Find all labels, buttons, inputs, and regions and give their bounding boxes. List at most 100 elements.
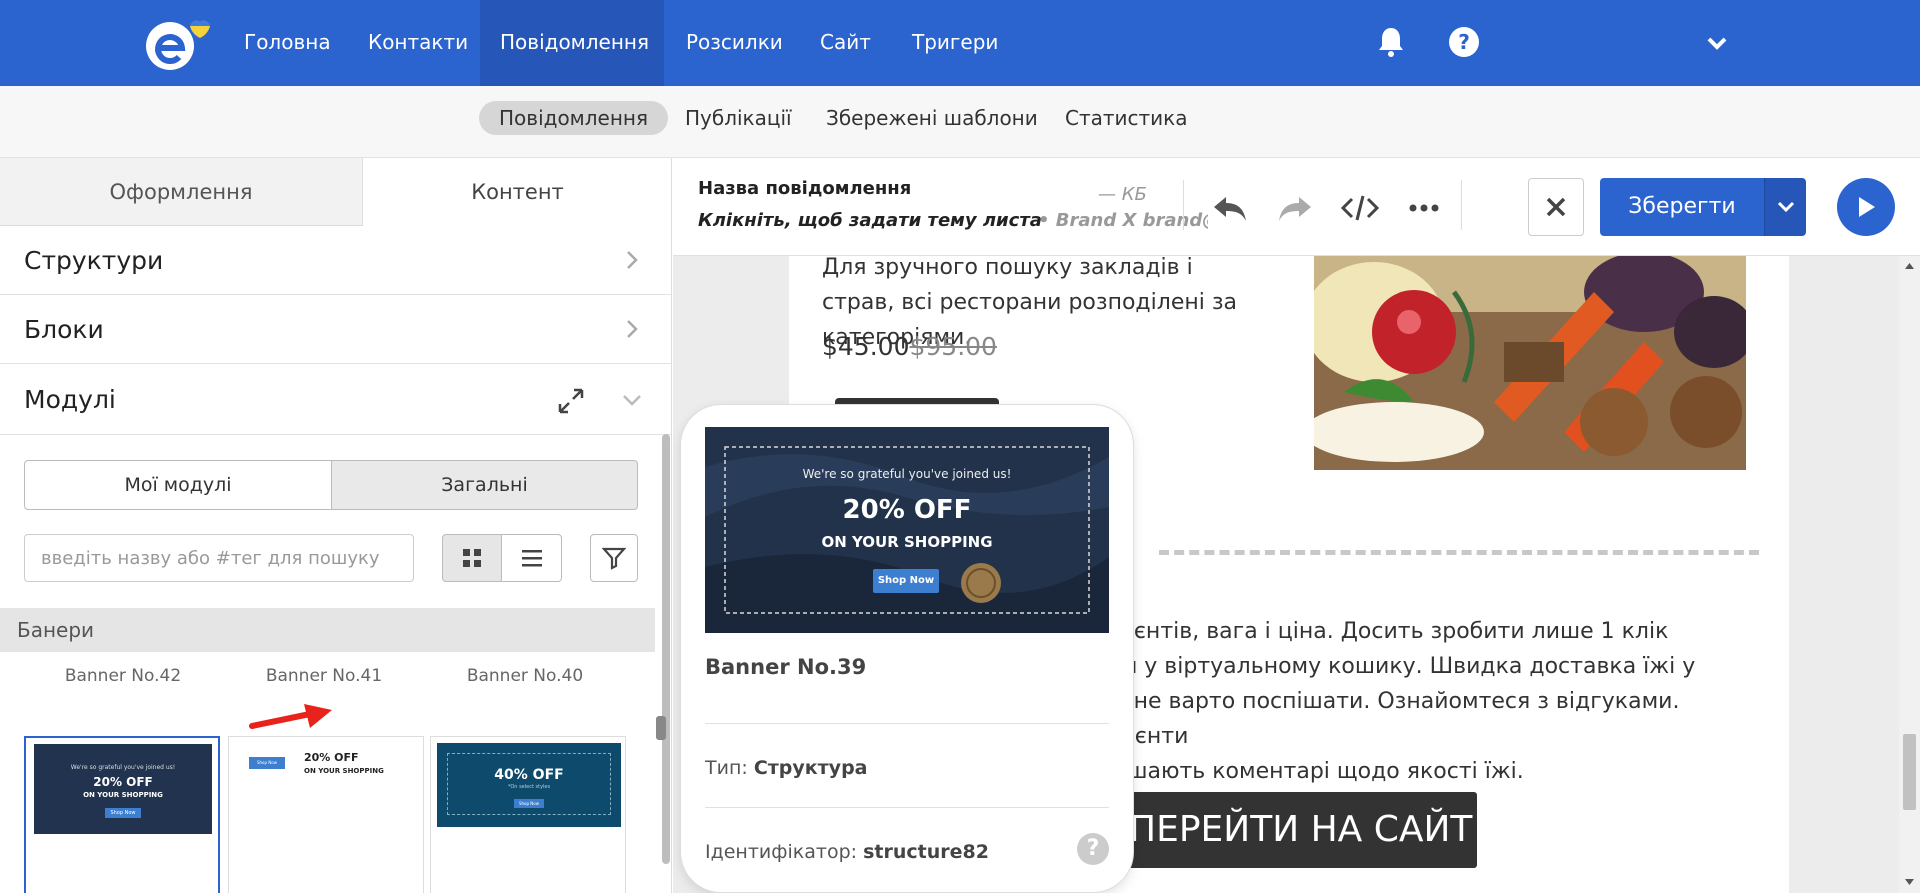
chevron-down-icon[interactable] — [1702, 28, 1732, 58]
sub-nav: Повідомлення Публікації Збережені шаблон… — [0, 86, 1920, 158]
thumb-text: 20% OFF — [93, 775, 153, 789]
grid-view-button[interactable] — [442, 534, 502, 582]
banner-name: Banner No.40 — [466, 666, 584, 686]
shared-modules-toggle[interactable]: Загальні — [332, 460, 638, 510]
go-to-site-button[interactable]: ПЕРЕЙТИ НА САЙТ — [1109, 792, 1477, 868]
banner-thumb-41[interactable]: Shop Now 20% OFF ON YOUR SHOPPING — [228, 736, 424, 893]
food-image[interactable] — [1314, 256, 1746, 470]
more-button[interactable] — [1402, 188, 1446, 228]
thumb-text: ON YOUR SHOPPING — [304, 767, 384, 775]
subtab-statistics[interactable]: Статистика — [1045, 101, 1208, 135]
svg-text:?: ? — [1458, 30, 1470, 54]
message-name[interactable]: Назва повідомлення — [698, 178, 911, 199]
thumb-text: ON YOUR SHOPPING — [83, 791, 163, 799]
preview-play-button[interactable] — [1837, 178, 1895, 236]
chevron-right-icon — [627, 320, 638, 338]
bell-icon[interactable] — [1373, 24, 1409, 60]
module-preview-card: We're so grateful you've joined us! 20% … — [681, 405, 1133, 892]
banner-shop-button: Shop Now — [873, 569, 939, 593]
nav-site[interactable]: Сайт — [800, 0, 891, 86]
desc-line: ле не варто поспішати. Ознайомтеся з від… — [1099, 689, 1680, 749]
thumb-text: We're so grateful you've joined us! — [70, 764, 176, 771]
filter-button[interactable] — [590, 534, 638, 582]
price-new: $45.00 — [822, 332, 910, 361]
undo-icon — [1214, 197, 1246, 221]
subtab-saved-templates[interactable]: Збережені шаблони — [806, 101, 1058, 135]
subject-field[interactable]: Клікніть, щоб задати тему листа — [698, 210, 1042, 231]
close-icon — [1546, 197, 1566, 217]
id-value: structure82 — [863, 841, 989, 863]
subtab-messages[interactable]: Повідомлення — [479, 101, 669, 135]
list-view-button[interactable] — [502, 534, 562, 582]
red-arrow-annotation — [249, 704, 332, 729]
nav-contacts[interactable]: Контакти — [348, 0, 488, 86]
restaurant-description[interactable]: едієнтів, вага і ціна. Досить зробити ли… — [1099, 614, 1759, 789]
type-label: Тип: — [705, 757, 748, 779]
scroll-up-icon[interactable] — [1904, 262, 1915, 270]
subtab-publications[interactable]: Публікації — [665, 101, 812, 135]
divider — [1159, 550, 1759, 555]
undo-button[interactable] — [1208, 188, 1252, 228]
tab-design[interactable]: Оформлення — [0, 158, 363, 226]
editor-header: Назва повідомлення Клікніть, щоб задати … — [673, 158, 1920, 256]
module-search-input[interactable] — [24, 534, 414, 582]
canvas-scrollbar[interactable] — [1899, 256, 1920, 893]
banner-thumb-40[interactable]: 40% OFF *On select styles Shop Now — [430, 736, 626, 893]
section-label: Структури — [24, 246, 164, 275]
list-icon — [521, 550, 542, 567]
expand-icon[interactable] — [556, 386, 586, 416]
nav-triggers[interactable]: Тригери — [892, 0, 1018, 86]
save-dropdown-button[interactable] — [1764, 178, 1806, 236]
product-price[interactable]: $45.00$95.00 — [822, 332, 997, 361]
thumb-shop-button: Shop Now — [249, 757, 285, 769]
tab-content[interactable]: Контент — [363, 158, 671, 226]
play-icon — [1859, 197, 1875, 217]
help-icon[interactable]: ? — [1077, 833, 1109, 865]
sender-initials[interactable]: — КБ — [1098, 184, 1147, 205]
canvas-scroll-thumb[interactable] — [1903, 734, 1916, 810]
chevron-down-icon[interactable] — [622, 390, 642, 410]
id-label: Ідентифікатор: — [705, 841, 858, 863]
top-nav: Головна Контакти Повідомлення Розсилки С… — [0, 0, 1920, 86]
esputnik-logo[interactable] — [140, 14, 220, 74]
banner-title: Banner No.39 — [705, 655, 867, 679]
banner-text: We're so grateful you've joined us! — [802, 467, 1012, 481]
nav-messages[interactable]: Повідомлення — [480, 0, 664, 86]
desc-line: ься у віртуальному кошику. Швидка достав… — [1099, 654, 1696, 679]
close-button[interactable] — [1528, 178, 1584, 236]
category-header: Банери — [0, 608, 655, 652]
nav-home[interactable]: Головна — [224, 0, 351, 86]
left-panel-scrollbar[interactable] — [662, 434, 670, 864]
thumb-banner-image: We're so grateful you've joined us! 20% … — [34, 744, 212, 834]
save-button[interactable]: Зберегти — [1600, 178, 1764, 236]
banner-name: Banner No.41 — [265, 666, 383, 686]
banner-thumb-42[interactable]: We're so grateful you've joined us! 20% … — [24, 736, 220, 893]
id-row: Ідентифікатор: structure82 — [705, 841, 989, 863]
banner-name: Banner No.42 — [64, 666, 182, 686]
section-blocks[interactable]: Блоки — [0, 295, 671, 364]
more-icon — [1409, 204, 1439, 212]
redo-icon — [1279, 197, 1311, 221]
thumb-text: 20% OFF — [304, 751, 359, 764]
scroll-down-icon[interactable] — [1904, 878, 1915, 886]
my-modules-toggle[interactable]: Мої модулі — [24, 460, 332, 510]
redo-button[interactable] — [1273, 188, 1317, 228]
banner-preview-image: We're so grateful you've joined us! 20% … — [705, 427, 1109, 633]
type-value: Структура — [753, 757, 868, 779]
section-label: Блоки — [24, 315, 104, 344]
left-panel: Оформлення Контент Структури Блоки Модул… — [0, 158, 672, 893]
section-modules[interactable]: Модулі — [0, 364, 671, 435]
left-panel-scroll-thumb[interactable] — [656, 716, 666, 740]
banner-text: 20% OFF — [842, 495, 972, 525]
section-structures[interactable]: Структури — [0, 226, 671, 295]
thumb-banner-image: 40% OFF *On select styles Shop Now — [437, 743, 621, 827]
code-icon — [1340, 195, 1380, 221]
help-icon[interactable]: ? — [1446, 24, 1482, 60]
filter-icon — [602, 547, 626, 570]
grid-icon — [463, 549, 481, 567]
price-old: $95.00 — [909, 332, 997, 361]
code-view-button[interactable] — [1338, 188, 1382, 228]
nav-campaigns[interactable]: Розсилки — [666, 0, 803, 86]
chevron-down-icon — [1777, 201, 1794, 213]
banner-text: ON YOUR SHOPPING — [821, 533, 993, 551]
